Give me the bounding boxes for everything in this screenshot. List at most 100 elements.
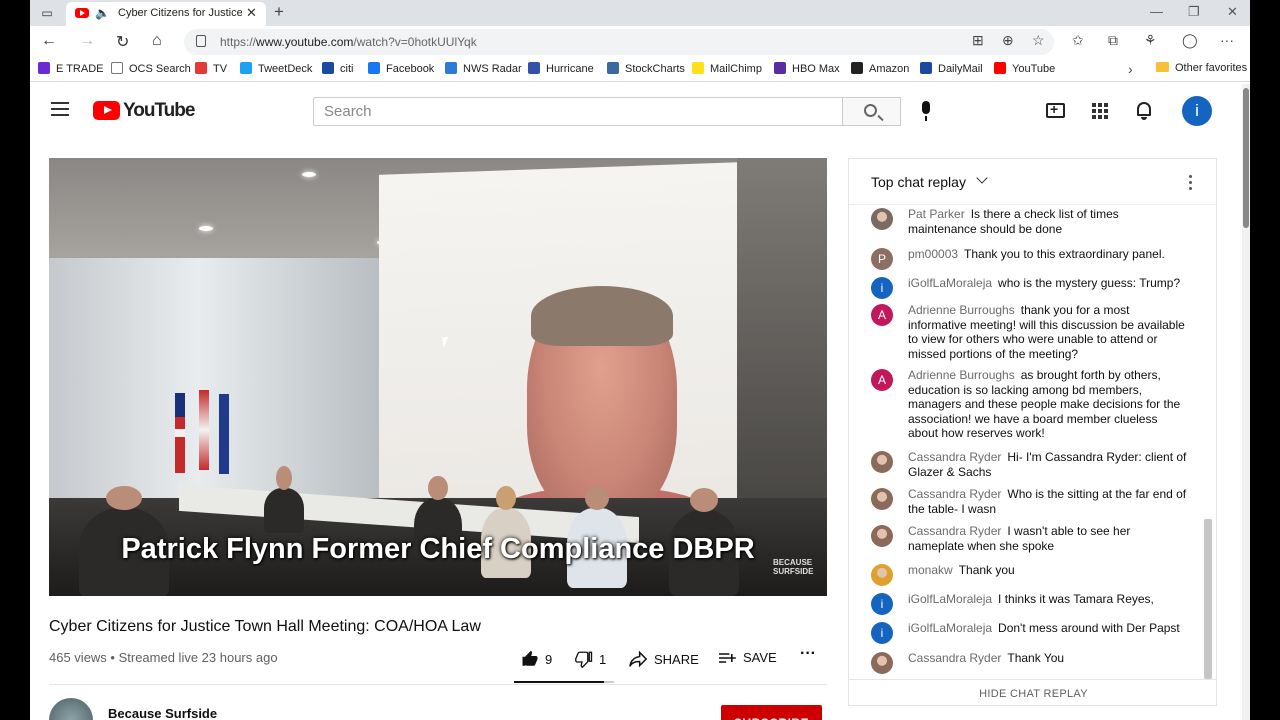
share-button[interactable]: SHARE	[628, 650, 699, 668]
more-actions-icon[interactable]: ···	[800, 645, 816, 663]
chat-author-avatar[interactable]	[871, 564, 893, 586]
chat-author-avatar[interactable]	[871, 525, 893, 547]
bookmark-item[interactable]: Amazon	[851, 62, 909, 78]
search-icon	[864, 104, 877, 117]
chat-header: Top chat replay	[849, 159, 1216, 205]
bookmark-item[interactable]: MailChimp	[692, 62, 762, 78]
new-tab-icon[interactable]: +	[274, 2, 284, 22]
chat-author-avatar[interactable]: A	[871, 369, 893, 391]
youtube-masthead: YouTube i	[30, 84, 1242, 136]
chat-author-name[interactable]: Cassandra Ryder	[908, 450, 1001, 464]
bookmark-item[interactable]: NWS Radar	[445, 62, 522, 78]
chat-author-avatar[interactable]	[871, 208, 893, 230]
bookmark-label: citi	[340, 63, 354, 75]
search-box	[313, 97, 843, 126]
chat-author-name[interactable]: Cassandra Ryder	[908, 524, 1001, 538]
minimize-icon[interactable]: —	[1150, 4, 1163, 19]
create-video-icon[interactable]	[1046, 101, 1065, 118]
chat-author-name[interactable]: iGolfLaMoraleja	[908, 621, 992, 635]
chat-mode-selector[interactable]: Top chat replay	[871, 174, 966, 190]
back-icon[interactable]: ←	[41, 32, 57, 50]
bookmark-item[interactable]: DailyMail	[920, 62, 983, 78]
page-scrollbar[interactable]	[1242, 84, 1250, 720]
zoom-icon[interactable]: ⊕	[1002, 32, 1014, 49]
chat-author-avatar[interactable]	[871, 451, 893, 473]
search-button[interactable]	[842, 97, 901, 126]
bookmark-item[interactable]: citi	[322, 62, 353, 78]
chat-author-avatar[interactable]: i	[871, 593, 893, 615]
apps-grid-icon[interactable]	[1092, 103, 1108, 119]
save-button[interactable]: SAVE	[717, 650, 777, 668]
chat-author-name[interactable]: iGolfLaMoraleja	[908, 276, 992, 290]
video-meta: 465 views • Streamed live 23 hours ago	[49, 650, 278, 665]
bookmark-item[interactable]: HBO Max	[774, 62, 840, 78]
bookmark-item[interactable]: TV	[195, 62, 227, 78]
bookmark-item[interactable]: Facebook	[368, 62, 434, 78]
bookmark-item[interactable]: E TRADE	[38, 62, 103, 78]
bookmark-item[interactable]: TweetDeck	[240, 62, 312, 78]
bookmark-label: StockCharts	[625, 63, 685, 75]
app-available-icon[interactable]: ⊞	[972, 32, 984, 49]
account-avatar[interactable]: i	[1182, 96, 1212, 126]
chat-author-name[interactable]: Adrienne Burroughs	[908, 303, 1015, 317]
youtube-play-icon	[93, 101, 120, 120]
chat-author-avatar[interactable]	[871, 488, 893, 510]
notifications-bell-icon[interactable]	[1135, 101, 1153, 121]
bookmark-label: TweetDeck	[258, 63, 313, 75]
bookmarks-overflow-chevron-icon[interactable]: ›	[1128, 61, 1133, 77]
dislike-button[interactable]: 1	[575, 650, 606, 668]
like-button[interactable]: 9	[521, 650, 552, 668]
chat-author-name[interactable]: pm00003	[908, 247, 958, 261]
favorite-star-icon[interactable]: ☆	[1032, 32, 1045, 49]
bookmark-item[interactable]: YouTube	[994, 62, 1055, 78]
lock-icon[interactable]	[196, 35, 206, 47]
chat-author-avatar[interactable]	[871, 652, 893, 674]
chat-author-name[interactable]: iGolfLaMoraleja	[908, 592, 992, 606]
menu-icon[interactable]	[51, 102, 69, 116]
profile-icon[interactable]: ◯	[1182, 32, 1198, 49]
channel-avatar[interactable]	[49, 698, 93, 720]
chevron-down-icon[interactable]	[976, 172, 988, 184]
chat-scrollbar[interactable]	[1204, 519, 1212, 679]
collections-icon[interactable]: ⧉	[1108, 32, 1118, 49]
chat-author-avatar[interactable]: A	[871, 304, 893, 326]
chat-author-avatar[interactable]: i	[871, 277, 893, 299]
voice-search-icon[interactable]	[914, 98, 938, 124]
search-input[interactable]	[314, 98, 842, 125]
chat-author-avatar[interactable]: P	[871, 248, 893, 270]
favorites-icon[interactable]: ✩	[1072, 32, 1084, 49]
video-title: Cyber Citizens for Justice Town Hall Mee…	[49, 618, 481, 635]
page-scrollbar-thumb[interactable]	[1243, 88, 1249, 228]
address-bar[interactable]: https://www.youtube.com/watch?v=0hotkUUl…	[184, 29, 1054, 55]
tab-actions-icon[interactable]: ▭	[39, 5, 55, 21]
home-icon[interactable]: ⌂	[152, 32, 162, 50]
chat-author-name[interactable]: monakw	[908, 563, 953, 577]
chat-author-name[interactable]: Adrienne Burroughs	[908, 368, 1015, 382]
chat-author-name[interactable]: Pat Parker	[908, 207, 965, 221]
channel-name[interactable]: Because Surfside	[108, 706, 217, 720]
subscribe-button[interactable]: SUBSCRIBE	[721, 705, 822, 720]
browser-tab[interactable]: 🔈 Cyber Citizens for Justice To ✕	[66, 2, 266, 26]
chat-menu-icon[interactable]	[1189, 175, 1192, 191]
speaker-icon[interactable]: 🔈	[95, 6, 110, 20]
window-close-icon[interactable]: ✕	[1227, 4, 1238, 20]
chat-author-name[interactable]: Cassandra Ryder	[908, 487, 1001, 501]
close-tab-icon[interactable]: ✕	[246, 5, 257, 21]
bookmark-item[interactable]: Hurricane	[528, 62, 594, 78]
chat-author-avatar[interactable]: i	[871, 622, 893, 644]
maximize-icon[interactable]: ❐	[1188, 4, 1200, 20]
other-favorites[interactable]: Other favorites	[1156, 62, 1247, 74]
bookmark-favicon-icon	[322, 62, 334, 74]
reload-icon[interactable]: ↻	[116, 32, 129, 52]
bookmark-item[interactable]: StockCharts	[607, 62, 685, 78]
extensions-icon[interactable]: ⚘	[1144, 32, 1157, 49]
forward-icon[interactable]: →	[79, 32, 95, 50]
bookmark-label: TV	[213, 63, 228, 75]
hide-chat-replay-button[interactable]: HIDE CHAT REPLAY	[849, 679, 1216, 705]
video-frame-flag	[219, 394, 229, 474]
tab-title: Cyber Citizens for Justice To	[118, 7, 242, 19]
video-player[interactable]: Patrick Flynn Former Chief Compliance DB…	[49, 158, 827, 596]
chat-author-name[interactable]: Cassandra Ryder	[908, 651, 1001, 665]
bookmark-item[interactable]: OCS Search	[111, 62, 191, 78]
more-icon[interactable]: ···	[1220, 32, 1234, 48]
